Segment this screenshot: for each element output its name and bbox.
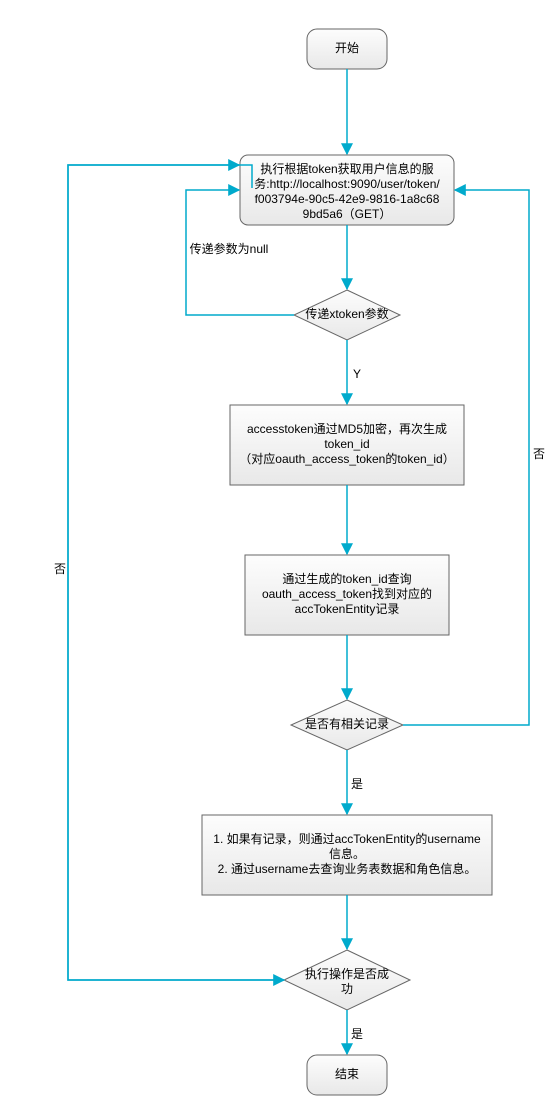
node-md5-text-3: （对应oauth_access_token的token_id） (239, 451, 454, 466)
node-svc-text-1: 执行根据token获取用户信息的服 (260, 161, 433, 176)
node-svc-text-3: f003794e-90c5-42e9-9816-1a8c68 (255, 192, 440, 206)
node-query-text-1: 通过生成的token_id查询 (282, 571, 411, 586)
node-dec2-text: 是否有相关记录 (305, 717, 389, 731)
node-svc-text-4: 9bd5a6（GET） (303, 207, 392, 221)
node-md5-text-2: token_id (324, 437, 369, 451)
node-dec3-text-2: 功 (341, 982, 353, 996)
node-proc: 1. 如果有记录，则通过accTokenEntity的username 信息。 … (202, 815, 492, 895)
node-query-text-3: accTokenEntity记录 (295, 602, 400, 616)
edge-label-Y: Y (353, 367, 361, 381)
node-md5-text-1: accesstoken通过MD5加密，再次生成 (247, 421, 447, 436)
node-end: 结束 (307, 1055, 387, 1095)
edge-label-yes2: 是 (351, 1027, 363, 1041)
node-dec3-text-1: 执行操作是否成 (305, 966, 389, 981)
node-proc-text-1: 1. 如果有记录，则通过accTokenEntity的username (213, 831, 481, 846)
edge-label-no-right: 否 (533, 447, 545, 461)
node-dec3: 执行操作是否成 功 (284, 950, 410, 1010)
node-proc-text-2: 信息。 (329, 846, 365, 861)
node-query-text-2: oauth_access_token找到对应的 (262, 586, 432, 601)
node-start-text: 开始 (335, 41, 359, 55)
node-start: 开始 (307, 29, 387, 69)
node-dec2: 是否有相关记录 (291, 700, 403, 750)
node-end-text: 结束 (335, 1067, 359, 1081)
edge-label-no-left: 否 (54, 562, 66, 576)
node-svc-text-2: 务:http://localhost:9090/user/token/ (254, 176, 440, 191)
node-dec1: 传递xtoken参数 (294, 290, 400, 340)
edge-label-null: 传递参数为null (190, 241, 269, 256)
node-query: 通过生成的token_id查询 oauth_access_token找到对应的 … (245, 555, 449, 635)
node-svc: 执行根据token获取用户信息的服 务:http://localhost:909… (240, 155, 454, 225)
node-dec1-text: 传递xtoken参数 (305, 306, 388, 321)
node-md5: accesstoken通过MD5加密，再次生成 token_id （对应oaut… (230, 405, 464, 485)
node-proc-text-3: 2. 通过username去查询业务表数据和角色信息。 (218, 861, 477, 876)
edge-label-yes: 是 (351, 777, 363, 791)
